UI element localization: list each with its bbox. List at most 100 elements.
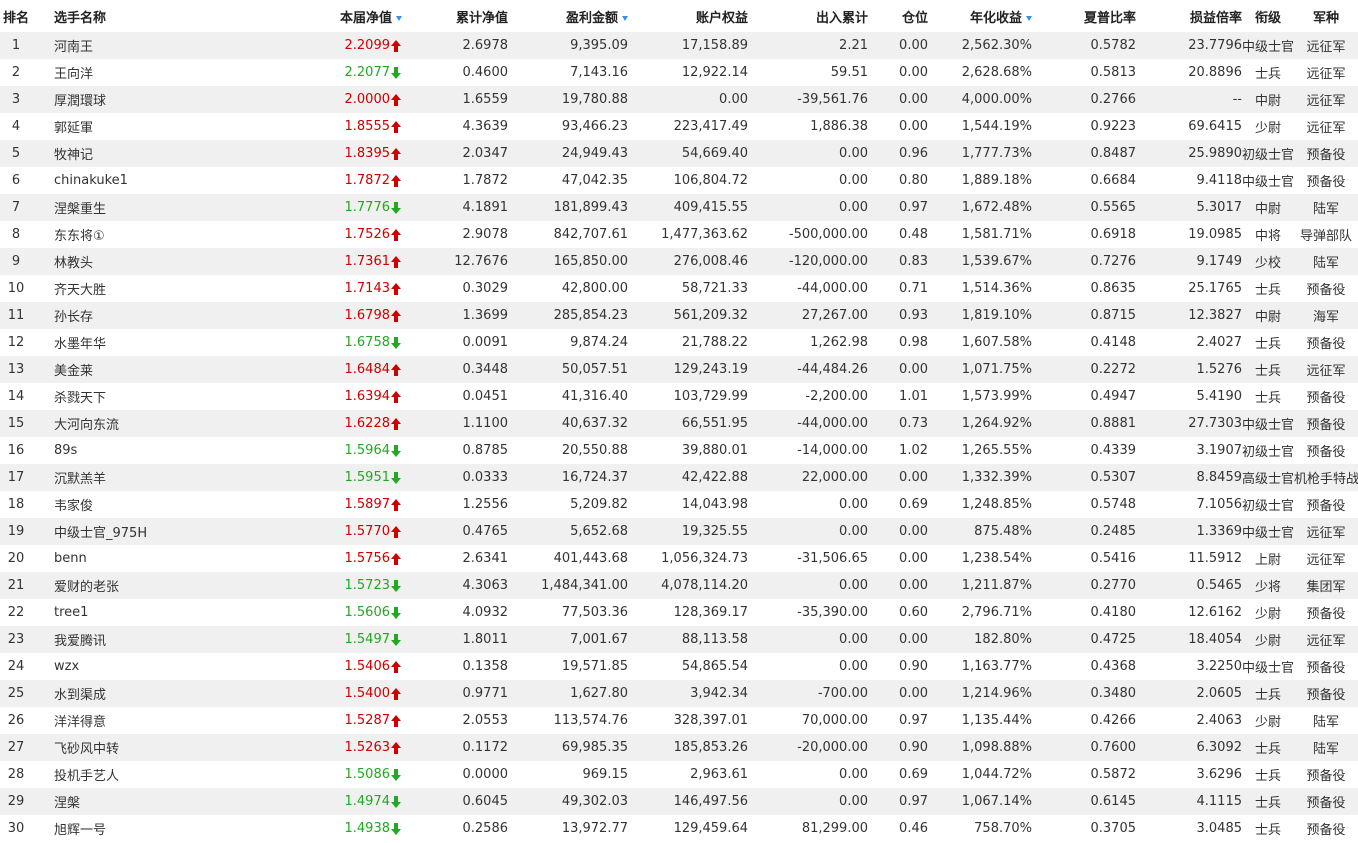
ranking-table: 排名 选手名称 本届净值 累计净值 盈利金额 账户权益 出入累计 仓位 年化收益…	[0, 0, 1358, 842]
player-name[interactable]: 东东将①	[32, 221, 232, 248]
position-cell: 0.00	[868, 680, 928, 707]
player-name[interactable]: 齐天大胜	[32, 275, 232, 302]
annual-cell: 1,135.44%	[928, 707, 1032, 734]
player-name[interactable]: 洋洋得意	[32, 707, 232, 734]
arrow-down-icon	[391, 822, 402, 835]
header-nav[interactable]: 本届净值	[232, 0, 402, 32]
player-name[interactable]: 投机手艺人	[32, 761, 232, 788]
player-name[interactable]: 爱财的老张	[32, 572, 232, 599]
player-name[interactable]: 孙长存	[32, 302, 232, 329]
position-cell: 0.00	[868, 626, 928, 653]
arrow-up-icon	[391, 498, 402, 511]
sharpe-cell: 0.6145	[1032, 788, 1136, 815]
nav-cell: 1.7872	[232, 167, 402, 194]
army-cell: 预备役	[1294, 491, 1358, 518]
flow-cell: -44,000.00	[748, 275, 868, 302]
player-name[interactable]: 水到渠成	[32, 680, 232, 707]
player-name[interactable]: 郭延軍	[32, 113, 232, 140]
cum-nav-cell: 1.7872	[402, 167, 508, 194]
sharpe-cell: 0.5307	[1032, 464, 1136, 491]
rank-title-cell: 中级士官	[1242, 167, 1294, 194]
nav-value: 1.8395	[344, 146, 391, 161]
army-cell: 预备役	[1294, 383, 1358, 410]
player-name[interactable]: tree1	[32, 599, 232, 626]
player-name[interactable]: 杀戮天下	[32, 383, 232, 410]
arrow-up-icon	[391, 390, 402, 403]
table-header: 排名 选手名称 本届净值 累计净值 盈利金额 账户权益 出入累计 仓位 年化收益…	[0, 0, 1358, 32]
player-name[interactable]: 韦家俊	[32, 491, 232, 518]
pl-ratio-cell: 11.5912	[1136, 545, 1242, 572]
header-profit[interactable]: 盈利金额	[508, 0, 628, 32]
header-annual[interactable]: 年化收益	[928, 0, 1032, 32]
profit-cell: 165,850.00	[508, 248, 628, 275]
rank-title-cell: 士兵	[1242, 329, 1294, 356]
position-cell: 0.00	[868, 86, 928, 113]
player-name[interactable]: 大河向东流	[32, 410, 232, 437]
player-name[interactable]: 厚潤環球	[32, 86, 232, 113]
nav-value: 1.5756	[344, 551, 391, 566]
player-name[interactable]: 89s	[32, 437, 232, 464]
nav-value: 1.7776	[344, 200, 391, 215]
player-name[interactable]: 沉默羔羊	[32, 464, 232, 491]
position-cell: 0.00	[868, 113, 928, 140]
player-name[interactable]: chinakuke1	[32, 167, 232, 194]
rank-cell: 18	[0, 491, 32, 518]
rank-cell: 30	[0, 815, 32, 842]
table-row: 17 沉默羔羊 1.5951 0.0333 16,724.37 42,422.88 22,0…	[0, 464, 1358, 491]
table-row: 30 旭辉一号 1.4938 0.2586 13,972.77 129,459.64 81,…	[0, 815, 1358, 842]
player-name[interactable]: 涅槃	[32, 788, 232, 815]
header-nav-label: 本届净值	[339, 10, 392, 26]
player-name[interactable]: 飞砂风中转	[32, 734, 232, 761]
position-cell: 0.48	[868, 221, 928, 248]
player-name[interactable]: 我爱腾讯	[32, 626, 232, 653]
army-cell: 机枪手特战	[1294, 464, 1358, 491]
sharpe-cell: 0.4266	[1032, 707, 1136, 734]
player-name[interactable]: 涅槃重生	[32, 194, 232, 221]
player-name[interactable]: 水墨年华	[32, 329, 232, 356]
player-name[interactable]: 中级士官_975H	[32, 518, 232, 545]
player-name[interactable]: 河南王	[32, 32, 232, 59]
header-army: 军种	[1312, 10, 1339, 26]
cum-nav-cell: 12.7676	[402, 248, 508, 275]
equity-cell: 129,459.64	[628, 815, 748, 842]
annual-cell: 875.48%	[928, 518, 1032, 545]
table-row: 13 美金莱 1.6484 0.3448 50,057.51 129,243.19 -44,…	[0, 356, 1358, 383]
sharpe-cell: 0.6918	[1032, 221, 1136, 248]
player-name[interactable]: 王向洋	[32, 59, 232, 86]
sharpe-cell: 0.8487	[1032, 140, 1136, 167]
nav-value: 2.0000	[344, 92, 391, 107]
equity-cell: 0.00	[628, 86, 748, 113]
pl-ratio-cell: 3.0485	[1136, 815, 1242, 842]
rank-cell: 13	[0, 356, 32, 383]
nav-value: 1.7526	[344, 227, 391, 242]
table-row: 7 涅槃重生 1.7776 4.1891 181,899.43 409,415.55 0.0…	[0, 194, 1358, 221]
rank-title-cell: 士兵	[1242, 680, 1294, 707]
player-name[interactable]: benn	[32, 545, 232, 572]
table-row: 9 林教头 1.7361 12.7676 165,850.00 276,008.46 -12…	[0, 248, 1358, 275]
equity-cell: 88,113.58	[628, 626, 748, 653]
flow-cell: -20,000.00	[748, 734, 868, 761]
pl-ratio-cell: 9.1749	[1136, 248, 1242, 275]
equity-cell: 1,477,363.62	[628, 221, 748, 248]
sharpe-cell: 0.4339	[1032, 437, 1136, 464]
cum-nav-cell: 2.9078	[402, 221, 508, 248]
nav-cell: 1.7143	[232, 275, 402, 302]
annual-cell: 1,067.14%	[928, 788, 1032, 815]
annual-cell: 1,514.36%	[928, 275, 1032, 302]
cum-nav-cell: 1.3699	[402, 302, 508, 329]
flow-cell: -500,000.00	[748, 221, 868, 248]
player-name[interactable]: 旭辉一号	[32, 815, 232, 842]
player-name[interactable]: 林教头	[32, 248, 232, 275]
rank-cell: 3	[0, 86, 32, 113]
annual-cell: 1,544.19%	[928, 113, 1032, 140]
equity-cell: 54,669.40	[628, 140, 748, 167]
player-name[interactable]: 牧神记	[32, 140, 232, 167]
equity-cell: 17,158.89	[628, 32, 748, 59]
sharpe-cell: 0.2766	[1032, 86, 1136, 113]
arrow-up-icon	[391, 228, 402, 241]
rank-title-cell: 高级士官	[1242, 464, 1294, 491]
rank-title-cell: 中尉	[1242, 302, 1294, 329]
player-name[interactable]: wzx	[32, 653, 232, 680]
player-name[interactable]: 美金莱	[32, 356, 232, 383]
flow-cell: 1,262.98	[748, 329, 868, 356]
